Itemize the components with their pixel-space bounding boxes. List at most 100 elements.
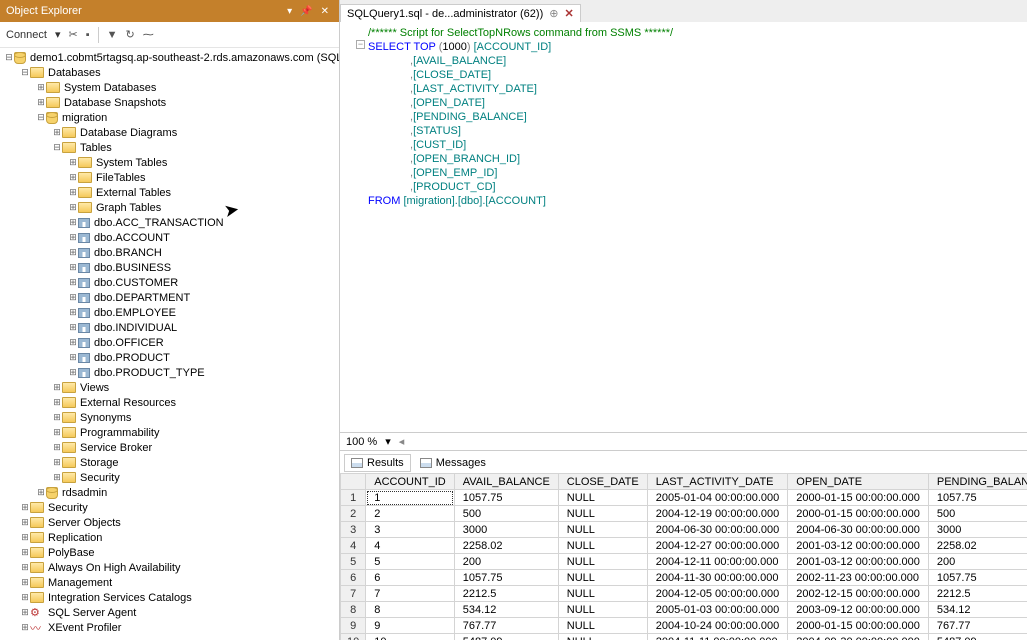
tree-node-serverobj[interactable]: ⊞Server Objects [0,515,339,530]
grid-cell[interactable]: 534.12 [454,602,558,618]
tree-node-migration[interactable]: ⊟migration [0,110,339,125]
tree-node-security-db[interactable]: ⊞Security [0,470,339,485]
grid-cell[interactable]: 1057.75 [928,570,1027,586]
tree-node-replication[interactable]: ⊞Replication [0,530,339,545]
grid-cell[interactable]: 2004-06-30 00:00:00.000 [788,522,929,538]
grid-cell[interactable]: 9 [366,618,455,634]
table-row[interactable]: 661057.75NULL2004-11-30 00:00:00.0002002… [341,570,1027,586]
table-row[interactable]: 55200NULL2004-12-11 00:00:00.0002001-03-… [341,554,1027,570]
table-row[interactable]: 442258.02NULL2004-12-27 00:00:00.0002001… [341,538,1027,554]
row-number[interactable]: 6 [341,570,366,586]
grid-cell[interactable]: NULL [558,554,647,570]
grid-cell[interactable]: 4 [366,538,455,554]
tree-node-dbsnap[interactable]: ⊞Database Snapshots [0,95,339,110]
grid-cell[interactable]: 2212.5 [928,586,1027,602]
tree-node-tables[interactable]: ⊟Tables [0,140,339,155]
grid-cell[interactable]: 2004-12-19 00:00:00.000 [647,506,788,522]
grid-cell[interactable]: NULL [558,602,647,618]
row-number[interactable]: 3 [341,522,366,538]
filter-icon[interactable]: ▼ [107,29,118,41]
close-icon[interactable]: ✕ [317,6,333,17]
grid-cell[interactable]: 2000-01-15 00:00:00.000 [788,490,929,506]
table-row[interactable]: 99767.77NULL2004-10-24 00:00:00.0002000-… [341,618,1027,634]
grid-cell[interactable]: 2004-06-30 00:00:00.000 [647,522,788,538]
grid-cell[interactable]: 2000-01-15 00:00:00.000 [788,618,929,634]
sql-editor[interactable]: − /****** Script for SelectTopNRows comm… [340,22,1027,432]
grid-cell[interactable]: 2001-03-12 00:00:00.000 [788,554,929,570]
tree-node-product[interactable]: ⊞dbo.PRODUCT [0,350,339,365]
tab-messages[interactable]: Messages [413,454,493,472]
grid-cell[interactable]: 3000 [928,522,1027,538]
object-explorer-tree[interactable]: ⊟demo1.cobmt5rtagsq.ap-southeast-2.rds.a… [0,48,339,640]
tree-node-storage[interactable]: ⊞Storage [0,455,339,470]
grid-cell[interactable]: 2001-03-12 00:00:00.000 [788,538,929,554]
row-number[interactable]: 9 [341,618,366,634]
code-fold-icon[interactable]: − [356,40,365,49]
grid-cell[interactable]: 8 [366,602,455,618]
table-row[interactable]: 88534.12NULL2005-01-03 00:00:00.0002003-… [341,602,1027,618]
grid-cell[interactable]: 5 [366,554,455,570]
activity-icon[interactable]: ⁓ [143,28,154,41]
grid-cell[interactable]: 2004-11-30 00:00:00.000 [647,570,788,586]
grid-cell[interactable]: 1057.75 [454,490,558,506]
tree-node-xevent[interactable]: ⊞〰XEvent Profiler [0,620,339,635]
grid-cell[interactable]: 2 [366,506,455,522]
grid-cell[interactable]: 500 [454,506,558,522]
grid-cell[interactable]: NULL [558,522,647,538]
tree-node-individual[interactable]: ⊞dbo.INDIVIDUAL [0,320,339,335]
table-row[interactable]: 10105487.09NULL2004-11-11 00:00:00.00020… [341,634,1027,640]
grid-cell[interactable]: 2004-12-11 00:00:00.000 [647,554,788,570]
row-number[interactable]: 4 [341,538,366,554]
tree-node-alwayson[interactable]: ⊞Always On High Availability [0,560,339,575]
tree-node-dbdiag[interactable]: ⊞Database Diagrams [0,125,339,140]
results-grid[interactable]: ACCOUNT_IDAVAIL_BALANCECLOSE_DATELAST_AC… [340,473,1027,640]
grid-cell[interactable]: NULL [558,506,647,522]
grid-cell[interactable]: 2004-11-11 00:00:00.000 [647,634,788,640]
tree-node-officer[interactable]: ⊞dbo.OFFICER [0,335,339,350]
tree-node-polybase[interactable]: ⊞PolyBase [0,545,339,560]
grid-cell[interactable]: 2002-12-15 00:00:00.000 [788,586,929,602]
grid-cell[interactable]: 2000-01-15 00:00:00.000 [788,506,929,522]
tree-node-databases[interactable]: ⊟Databases [0,65,339,80]
results-grid-wrap[interactable]: ACCOUNT_IDAVAIL_BALANCECLOSE_DATELAST_AC… [340,473,1027,640]
grid-cell[interactable]: 500 [928,506,1027,522]
grid-cell[interactable]: NULL [558,570,647,586]
row-number[interactable]: 1 [341,490,366,506]
grid-cell[interactable]: 5487.09 [454,634,558,640]
close-icon[interactable]: ✕ [564,7,573,20]
grid-cell[interactable]: 2004-10-24 00:00:00.000 [647,618,788,634]
grid-cell[interactable]: 10 [366,634,455,640]
table-row[interactable]: 772212.5NULL2004-12-05 00:00:00.0002002-… [341,586,1027,602]
grid-cell[interactable]: 2212.5 [454,586,558,602]
tree-node-extres[interactable]: ⊞External Resources [0,395,339,410]
refresh-icon[interactable]: ↻ [126,28,135,41]
row-number[interactable]: 5 [341,554,366,570]
grid-cell[interactable]: 200 [454,554,558,570]
row-number[interactable]: 7 [341,586,366,602]
scroll-left-icon[interactable]: ◂ [399,435,405,448]
column-header[interactable]: CLOSE_DATE [558,474,647,490]
tree-node-branch[interactable]: ⊞dbo.BRANCH [0,245,339,260]
table-row[interactable]: 333000NULL2004-06-30 00:00:00.0002004-06… [341,522,1027,538]
tree-node-product-type[interactable]: ⊞dbo.PRODUCT_TYPE [0,365,339,380]
table-row[interactable]: 111057.75NULL2005-01-04 00:00:00.0002000… [341,490,1027,506]
grid-cell[interactable]: 200 [928,554,1027,570]
row-number[interactable]: 2 [341,506,366,522]
grid-cell[interactable]: 2002-11-23 00:00:00.000 [788,570,929,586]
grid-cell[interactable]: 2258.02 [928,538,1027,554]
tree-node-account[interactable]: ⊞dbo.ACCOUNT [0,230,339,245]
tree-node-department[interactable]: ⊞dbo.DEPARTMENT [0,290,339,305]
tree-node-sqlagent[interactable]: ⊞⚙SQL Server Agent [0,605,339,620]
grid-cell[interactable]: 2004-09-30 00:00:00.000 [788,634,929,640]
tree-node-acc-trans[interactable]: ⊞dbo.ACC_TRANSACTION [0,215,339,230]
grid-cell[interactable]: 2004-12-05 00:00:00.000 [647,586,788,602]
tree-node-business[interactable]: ⊞dbo.BUSINESS [0,260,339,275]
grid-cell[interactable]: 2005-01-04 00:00:00.000 [647,490,788,506]
grid-cell[interactable]: 3 [366,522,455,538]
grid-cell[interactable]: NULL [558,634,647,640]
zoom-select[interactable]: 100 % [346,436,377,448]
tree-node-customer[interactable]: ⊞dbo.CUSTOMER [0,275,339,290]
table-row[interactable]: 22500NULL2004-12-19 00:00:00.0002000-01-… [341,506,1027,522]
tree-node-isc[interactable]: ⊞Integration Services Catalogs [0,590,339,605]
tree-node-management[interactable]: ⊞Management [0,575,339,590]
